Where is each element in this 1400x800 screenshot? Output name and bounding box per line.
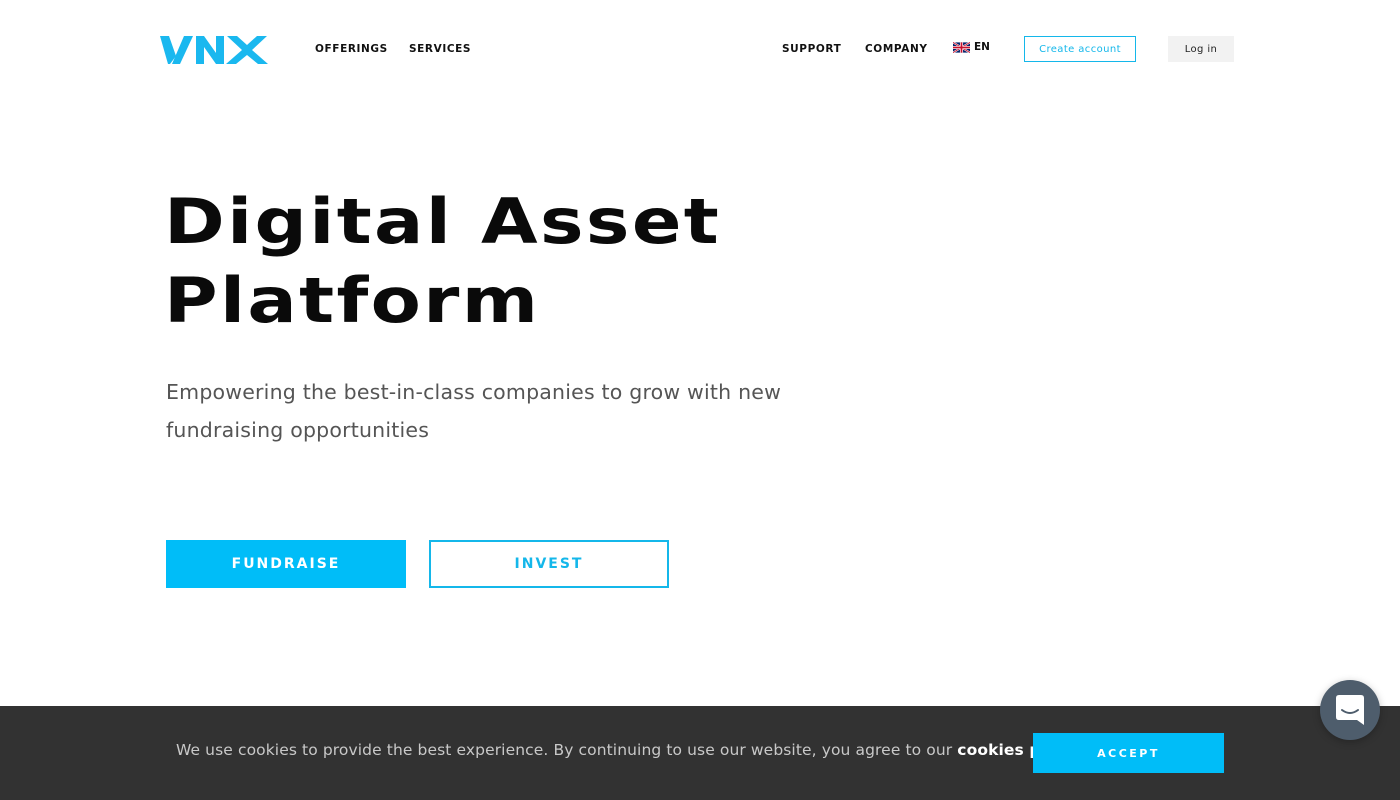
create-account-button[interactable]: Create account xyxy=(1024,36,1136,62)
cookie-text: We use cookies to provide the best exper… xyxy=(176,741,958,759)
hero-subtitle: Empowering the best-in-class companies t… xyxy=(166,380,782,442)
nav-services[interactable]: SERVICES xyxy=(409,42,471,56)
vnx-logo[interactable] xyxy=(160,36,268,64)
chat-bubble-icon xyxy=(1336,695,1364,725)
cookie-message: We use cookies to provide the best exper… xyxy=(176,741,1087,759)
cookie-banner: We use cookies to provide the best exper… xyxy=(0,706,1400,800)
site-header: OFFERINGS SERVICES SUPPORT COMPANY EN Cr… xyxy=(0,0,1400,98)
hero-title-line1: Digital Asset xyxy=(164,185,722,258)
hero-title: Digital Asset Platform xyxy=(164,182,721,340)
invest-button[interactable]: INVEST xyxy=(429,540,669,588)
accept-cookies-button[interactable]: ACCEPT xyxy=(1033,733,1224,773)
language-code: EN xyxy=(974,41,990,53)
language-selector[interactable]: EN xyxy=(953,41,990,53)
login-button[interactable]: Log in xyxy=(1168,36,1234,62)
nav-support[interactable]: SUPPORT xyxy=(782,42,841,56)
chat-launcher-button[interactable] xyxy=(1320,680,1380,740)
nav-offerings[interactable]: OFFERINGS xyxy=(315,42,388,56)
nav-company[interactable]: COMPANY xyxy=(865,42,928,56)
hero-title-line2: Platform xyxy=(164,264,541,337)
fundraise-button[interactable]: FUNDRAISE xyxy=(166,540,406,588)
uk-flag-icon xyxy=(953,41,970,53)
